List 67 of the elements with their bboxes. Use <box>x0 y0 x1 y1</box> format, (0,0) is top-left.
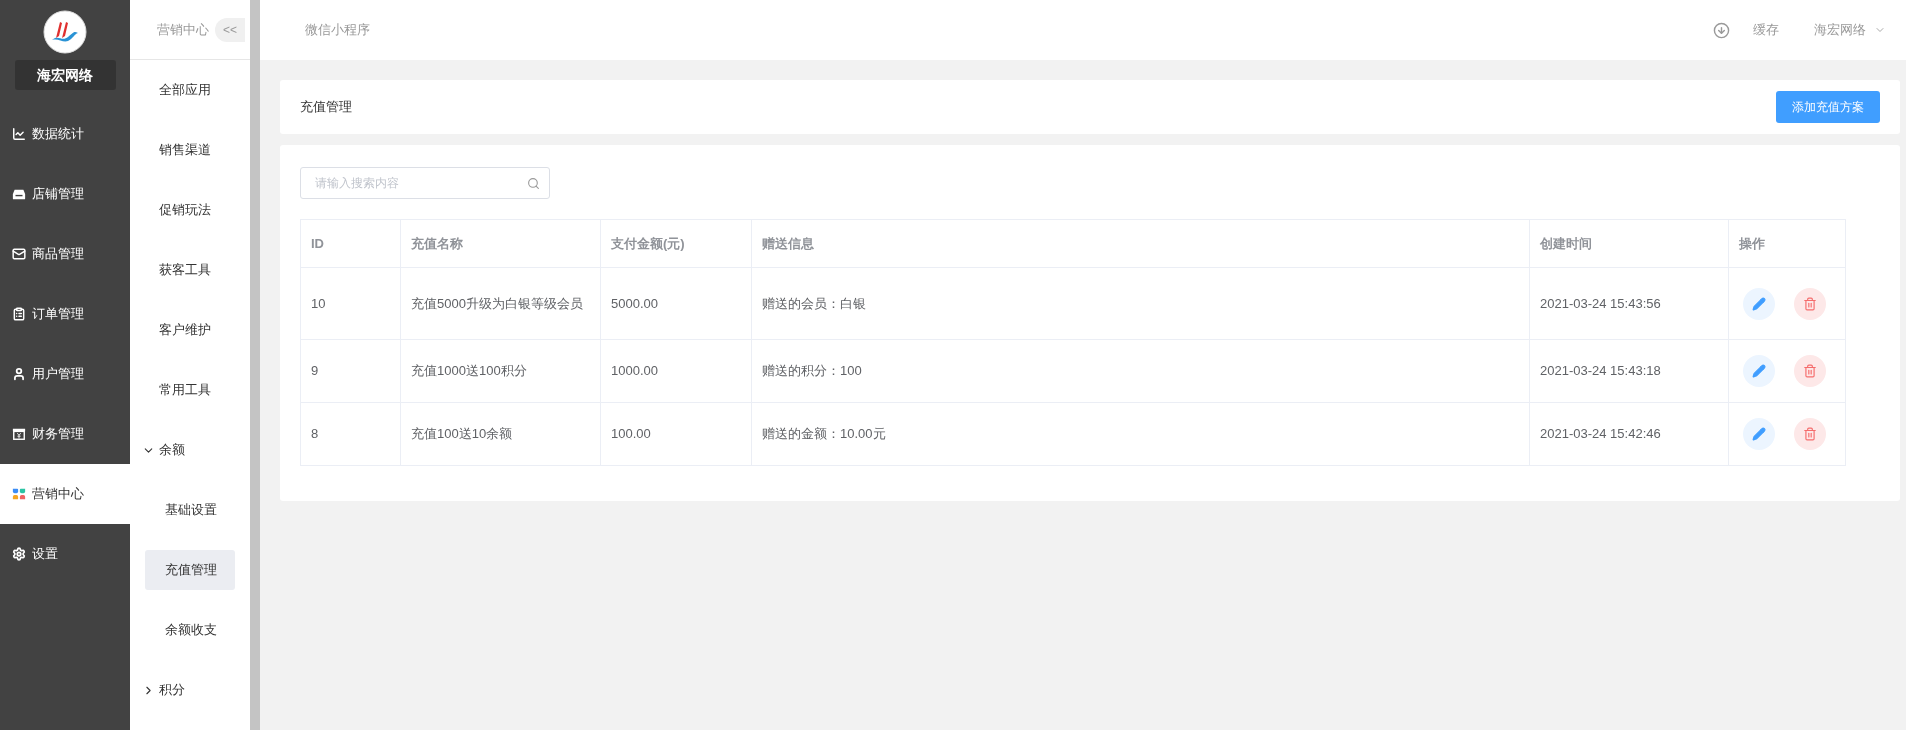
submenu-item[interactable]: 获客工具 <box>130 240 250 300</box>
submenu-item[interactable]: 客户维护 <box>130 300 250 360</box>
submenu-item[interactable]: 销售渠道 <box>130 120 250 180</box>
sidebar-item[interactable]: 用户管理 <box>0 344 130 404</box>
search-icon <box>527 177 540 190</box>
table-cell: 赠送的积分：100 <box>751 339 1530 403</box>
sidebar-item[interactable]: 财务管理 <box>0 404 130 464</box>
table-cell: 10 <box>300 267 401 340</box>
settings-icon <box>12 547 26 561</box>
mail-icon <box>12 247 26 261</box>
table-cell: 8 <box>300 402 401 466</box>
delete-button[interactable] <box>1794 418 1826 450</box>
pencil-icon <box>1752 364 1766 378</box>
column-header: ID <box>300 219 401 268</box>
store-icon <box>12 187 26 201</box>
logo-icon <box>43 10 87 54</box>
trash-icon <box>1803 364 1817 378</box>
page-title: 充值管理 <box>300 98 352 117</box>
sidebar-item[interactable]: 设置 <box>0 524 130 584</box>
submenu-title: 营销中心 <box>157 20 209 39</box>
edit-button[interactable] <box>1743 355 1775 387</box>
pencil-icon <box>1752 427 1766 441</box>
sidebar-item[interactable]: 数据统计 <box>0 104 130 164</box>
table-cell: 充值1000送100积分 <box>400 339 601 403</box>
table-cell: 5000.00 <box>600 267 752 340</box>
column-header: 支付金额(元) <box>600 219 752 268</box>
sidebar-item[interactable]: 订单管理 <box>0 284 130 344</box>
search-field[interactable]: 请输入搜索内容 <box>300 167 550 199</box>
column-header: 操作 <box>1728 219 1846 268</box>
table-cell: 赠送的会员：白银 <box>751 267 1530 340</box>
table-cell: 1000.00 <box>600 339 752 403</box>
submenu-item[interactable]: 基础设置 <box>145 490 235 530</box>
brand-name: 海宏网络 <box>14 60 116 90</box>
download-icon[interactable] <box>1713 21 1730 39</box>
delete-button[interactable] <box>1794 355 1826 387</box>
pencil-icon <box>1752 296 1766 311</box>
table-cell: 2021-03-24 15:43:56 <box>1529 267 1729 340</box>
clipboard-icon <box>12 307 26 321</box>
trash-icon <box>1803 296 1817 311</box>
app-title: 微信小程序 <box>305 21 370 40</box>
table-cell: 2021-03-24 15:42:46 <box>1529 402 1729 466</box>
submenu-item[interactable]: 余额收支 <box>145 610 235 650</box>
sidebar-item[interactable]: 店铺管理 <box>0 164 130 224</box>
submenu-group[interactable]: 积分 <box>130 660 250 720</box>
scrollbar[interactable] <box>250 0 260 730</box>
table-cell: 充值5000升级为白银等级会员 <box>400 267 601 340</box>
submenu-group[interactable]: 余额 <box>130 420 250 480</box>
column-header: 赠送信息 <box>751 219 1530 268</box>
edit-button[interactable] <box>1743 287 1775 320</box>
table-cell: 充值100送10余额 <box>400 402 601 466</box>
submenu-item[interactable]: 促销玩法 <box>130 180 250 240</box>
table-cell: 9 <box>300 339 401 403</box>
user-icon <box>12 367 26 381</box>
column-header: 充值名称 <box>400 219 601 268</box>
table-cell: 赠送的金额：10.00元 <box>751 402 1530 466</box>
column-header: 创建时间 <box>1529 219 1729 268</box>
table-cell: 100.00 <box>600 402 752 466</box>
sidebar-item[interactable]: 商品管理 <box>0 224 130 284</box>
trash-icon <box>1803 427 1817 441</box>
table-cell: 2021-03-24 15:43:18 <box>1529 339 1729 403</box>
edit-button[interactable] <box>1743 418 1775 450</box>
sidebar-item[interactable]: 营销中心 <box>0 464 130 524</box>
submenu-item[interactable]: 充值管理 <box>145 550 235 590</box>
delete-button[interactable] <box>1794 287 1826 320</box>
submenu-item[interactable]: 常用工具 <box>130 360 250 420</box>
submenu-item[interactable]: 全部应用 <box>130 60 250 120</box>
line-chart-icon <box>12 127 26 141</box>
